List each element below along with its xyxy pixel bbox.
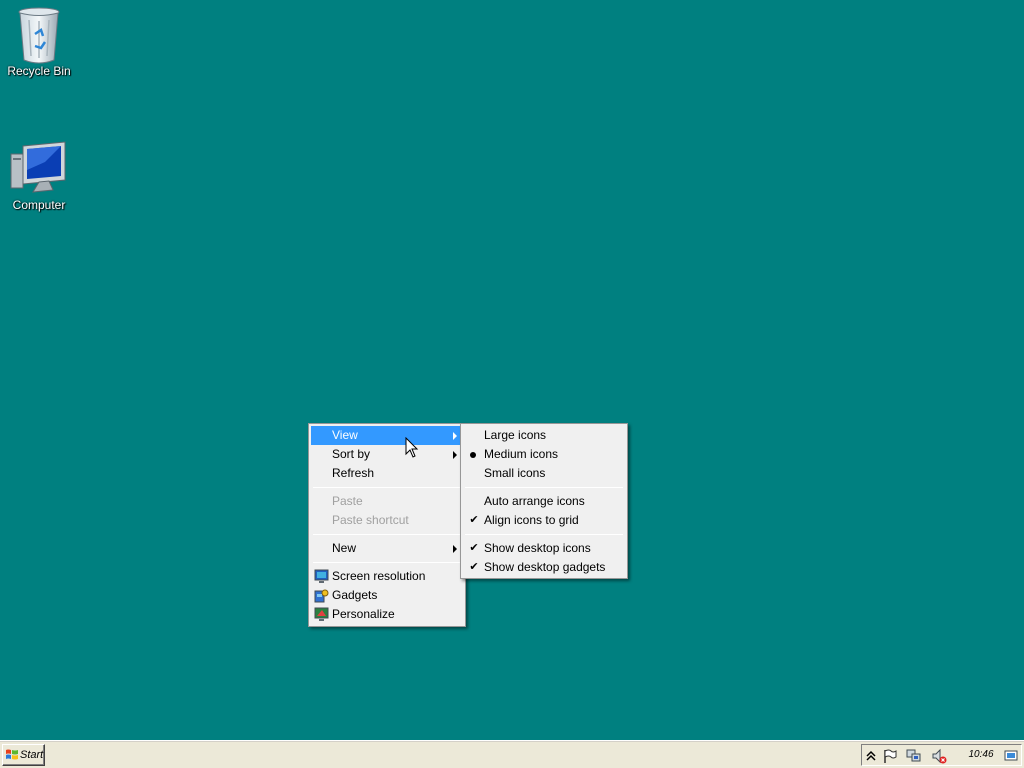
action-center-flag-icon[interactable] <box>882 748 898 764</box>
checkmark-icon: ✔ <box>469 514 479 526</box>
recycle-bin-icon <box>15 6 63 64</box>
menu-item-label: Large icons <box>484 428 547 442</box>
menu-item-label: Personalize <box>332 607 395 621</box>
gadgets-icon <box>314 588 329 603</box>
menu-item-label: Sort by <box>332 447 371 461</box>
menu-item-label: Align icons to grid <box>484 513 579 527</box>
menu-item-label: Screen resolution <box>332 569 426 583</box>
desktop-icon-computer[interactable]: Computer <box>1 140 77 212</box>
menu-item-personalize[interactable]: Personalize <box>311 605 463 624</box>
show-desktop-button[interactable] <box>1004 748 1018 764</box>
submenu-arrow-icon <box>453 451 457 459</box>
menu-item-screen-resolution[interactable]: Screen resolution <box>311 567 463 586</box>
menu-item-paste-shortcut[interactable]: Paste shortcut <box>311 511 463 530</box>
menu-item-label: Auto arrange icons <box>484 494 585 508</box>
taskbar: Start 10:46 PM <box>0 740 1024 768</box>
computer-icon <box>10 140 66 196</box>
menu-item-sort-by[interactable]: Sort by <box>311 445 463 464</box>
checkmark-icon: ✔ <box>469 561 479 573</box>
menu-item-refresh[interactable]: Refresh <box>311 464 463 483</box>
menu-item-paste[interactable]: Paste <box>311 492 463 511</box>
menu-item-label: Medium icons <box>484 447 559 461</box>
menu-item-view[interactable]: View <box>311 426 463 445</box>
submenu-item-show-desktop-icons[interactable]: ✔ Show desktop icons <box>463 539 625 558</box>
menu-item-label: Show desktop icons <box>484 541 591 555</box>
desktop-icon-recycle-bin[interactable]: Recycle Bin <box>1 6 77 78</box>
submenu-item-medium-icons[interactable]: Medium icons <box>463 445 625 464</box>
menu-item-label: Refresh <box>332 466 375 480</box>
submenu-arrow-icon <box>453 432 457 440</box>
menu-item-gadgets[interactable]: Gadgets <box>311 586 463 605</box>
view-submenu: Large icons Medium icons Small icons Aut… <box>460 423 628 579</box>
network-icon[interactable] <box>906 748 922 764</box>
menu-item-label: Paste <box>332 494 363 508</box>
menu-separator <box>313 534 461 535</box>
start-label: Start <box>20 749 44 761</box>
system-tray: 10:46 PM <box>861 744 1022 766</box>
submenu-item-show-desktop-gadgets[interactable]: ✔ Show desktop gadgets <box>463 558 625 577</box>
desktop-icon-label: Recycle Bin <box>7 64 71 78</box>
start-button[interactable]: Start <box>2 744 45 766</box>
clock[interactable]: 10:46 PM <box>960 745 1002 765</box>
desktop[interactable]: Recycle Bin Computer View Sort by Refres… <box>0 0 1024 740</box>
windows-logo-icon <box>5 748 19 768</box>
desktop-icon-label: Computer <box>12 198 66 212</box>
menu-item-label: Gadgets <box>332 588 378 602</box>
menu-item-label: Small icons <box>484 466 546 480</box>
menu-separator <box>465 534 623 535</box>
personalize-icon <box>314 607 329 622</box>
menu-item-label: View <box>332 428 358 442</box>
menu-item-label: New <box>332 541 357 555</box>
menu-item-label: Show desktop gadgets <box>484 560 606 574</box>
desktop-context-menu: View Sort by Refresh Paste Paste shortcu… <box>308 423 466 627</box>
menu-separator <box>313 487 461 488</box>
submenu-item-small-icons[interactable]: Small icons <box>463 464 625 483</box>
menu-separator <box>313 562 461 563</box>
submenu-arrow-icon <box>453 545 457 553</box>
menu-separator <box>465 487 623 488</box>
menu-item-label: Paste shortcut <box>332 513 409 527</box>
menu-item-new[interactable]: New <box>311 539 463 558</box>
show-hidden-icons-chevron-icon[interactable] <box>865 748 881 764</box>
checkmark-icon: ✔ <box>469 542 479 554</box>
volume-muted-icon[interactable] <box>931 748 947 764</box>
radio-bullet-icon <box>470 452 476 458</box>
submenu-item-auto-arrange-icons[interactable]: Auto arrange icons <box>463 492 625 511</box>
screen-resolution-icon <box>314 569 329 584</box>
mouse-cursor-icon <box>405 436 419 462</box>
submenu-item-large-icons[interactable]: Large icons <box>463 426 625 445</box>
submenu-item-align-icons-to-grid[interactable]: ✔ Align icons to grid <box>463 511 625 530</box>
